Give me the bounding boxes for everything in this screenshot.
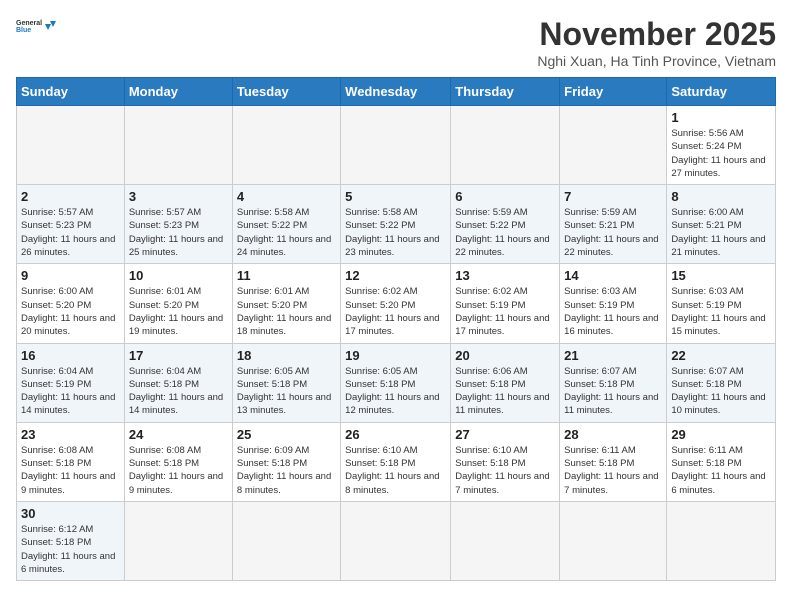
calendar-table: Sunday Monday Tuesday Wednesday Thursday… — [16, 77, 776, 581]
calendar-row-4: 16 Sunrise: 6:04 AM Sunset: 5:19 PM Dayl… — [17, 343, 776, 422]
day-17: 17 Sunrise: 6:04 AM Sunset: 5:18 PM Dayl… — [124, 343, 232, 422]
day-28: 28 Sunrise: 6:11 AM Sunset: 5:18 PM Dayl… — [560, 422, 667, 501]
col-sunday: Sunday — [17, 78, 125, 106]
empty-cell — [560, 106, 667, 185]
calendar-row-2: 2 Sunrise: 5:57 AM Sunset: 5:23 PM Dayli… — [17, 185, 776, 264]
day-7: 7 Sunrise: 5:59 AM Sunset: 5:21 PM Dayli… — [560, 185, 667, 264]
day-4: 4 Sunrise: 5:58 AM Sunset: 5:22 PM Dayli… — [232, 185, 340, 264]
logo: General Blue — [16, 16, 56, 36]
day-14: 14 Sunrise: 6:03 AM Sunset: 5:19 PM Dayl… — [560, 264, 667, 343]
day-6: 6 Sunrise: 5:59 AM Sunset: 5:22 PM Dayli… — [451, 185, 560, 264]
empty-cell — [124, 501, 232, 580]
empty-cell — [341, 501, 451, 580]
day-29: 29 Sunrise: 6:11 AM Sunset: 5:18 PM Dayl… — [667, 422, 776, 501]
day-1-daylight: Daylight: 11 hours and 27 minutes. — [671, 155, 765, 179]
empty-cell — [17, 106, 125, 185]
day-5: 5 Sunrise: 5:58 AM Sunset: 5:22 PM Dayli… — [341, 185, 451, 264]
day-12: 12 Sunrise: 6:02 AM Sunset: 5:20 PM Dayl… — [341, 264, 451, 343]
svg-text:General: General — [16, 20, 42, 27]
day-27: 27 Sunrise: 6:10 AM Sunset: 5:18 PM Dayl… — [451, 422, 560, 501]
day-23: 23 Sunrise: 6:08 AM Sunset: 5:18 PM Dayl… — [17, 422, 125, 501]
empty-cell — [232, 501, 340, 580]
day-13: 13 Sunrise: 6:02 AM Sunset: 5:19 PM Dayl… — [451, 264, 560, 343]
day-16: 16 Sunrise: 6:04 AM Sunset: 5:19 PM Dayl… — [17, 343, 125, 422]
col-thursday: Thursday — [451, 78, 560, 106]
day-11: 11 Sunrise: 6:01 AM Sunset: 5:20 PM Dayl… — [232, 264, 340, 343]
empty-cell — [341, 106, 451, 185]
day-18: 18 Sunrise: 6:05 AM Sunset: 5:18 PM Dayl… — [232, 343, 340, 422]
calendar-row-3: 9 Sunrise: 6:00 AM Sunset: 5:20 PM Dayli… — [17, 264, 776, 343]
day-9: 9 Sunrise: 6:00 AM Sunset: 5:20 PM Dayli… — [17, 264, 125, 343]
page-header: General Blue November 2025 Nghi Xuan, Ha… — [16, 16, 776, 69]
col-saturday: Saturday — [667, 78, 776, 106]
day-2: 2 Sunrise: 5:57 AM Sunset: 5:23 PM Dayli… — [17, 185, 125, 264]
calendar-row-1: 1 Sunrise: 5:56 AM Sunset: 5:24 PM Dayli… — [17, 106, 776, 185]
svg-text:Blue: Blue — [16, 27, 31, 34]
day-8: 8 Sunrise: 6:00 AM Sunset: 5:21 PM Dayli… — [667, 185, 776, 264]
calendar-header-row: Sunday Monday Tuesday Wednesday Thursday… — [17, 78, 776, 106]
day-15: 15 Sunrise: 6:03 AM Sunset: 5:19 PM Dayl… — [667, 264, 776, 343]
day-26: 26 Sunrise: 6:10 AM Sunset: 5:18 PM Dayl… — [341, 422, 451, 501]
location-subtitle: Nghi Xuan, Ha Tinh Province, Vietnam — [537, 53, 776, 69]
day-3: 3 Sunrise: 5:57 AM Sunset: 5:23 PM Dayli… — [124, 185, 232, 264]
empty-cell — [124, 106, 232, 185]
empty-cell — [560, 501, 667, 580]
calendar-row-5: 23 Sunrise: 6:08 AM Sunset: 5:18 PM Dayl… — [17, 422, 776, 501]
logo-svg: General Blue — [16, 16, 56, 36]
day-20: 20 Sunrise: 6:06 AM Sunset: 5:18 PM Dayl… — [451, 343, 560, 422]
day-24: 24 Sunrise: 6:08 AM Sunset: 5:18 PM Dayl… — [124, 422, 232, 501]
calendar-row-6: 30 Sunrise: 6:12 AM Sunset: 5:18 PM Dayl… — [17, 501, 776, 580]
col-monday: Monday — [124, 78, 232, 106]
day-1-sunrise: Sunrise: 5:56 AM — [671, 128, 743, 139]
day-1: 1 Sunrise: 5:56 AM Sunset: 5:24 PM Dayli… — [667, 106, 776, 185]
empty-cell — [232, 106, 340, 185]
day-10: 10 Sunrise: 6:01 AM Sunset: 5:20 PM Dayl… — [124, 264, 232, 343]
day-1-sunset: Sunset: 5:24 PM — [671, 141, 741, 152]
day-22: 22 Sunrise: 6:07 AM Sunset: 5:18 PM Dayl… — [667, 343, 776, 422]
col-tuesday: Tuesday — [232, 78, 340, 106]
empty-cell — [667, 501, 776, 580]
day-19: 19 Sunrise: 6:05 AM Sunset: 5:18 PM Dayl… — [341, 343, 451, 422]
day-30: 30 Sunrise: 6:12 AM Sunset: 5:18 PM Dayl… — [17, 501, 125, 580]
title-area: November 2025 Nghi Xuan, Ha Tinh Provinc… — [537, 16, 776, 69]
day-25: 25 Sunrise: 6:09 AM Sunset: 5:18 PM Dayl… — [232, 422, 340, 501]
col-wednesday: Wednesday — [341, 78, 451, 106]
day-21: 21 Sunrise: 6:07 AM Sunset: 5:18 PM Dayl… — [560, 343, 667, 422]
month-title: November 2025 — [537, 16, 776, 53]
empty-cell — [451, 501, 560, 580]
col-friday: Friday — [560, 78, 667, 106]
empty-cell — [451, 106, 560, 185]
